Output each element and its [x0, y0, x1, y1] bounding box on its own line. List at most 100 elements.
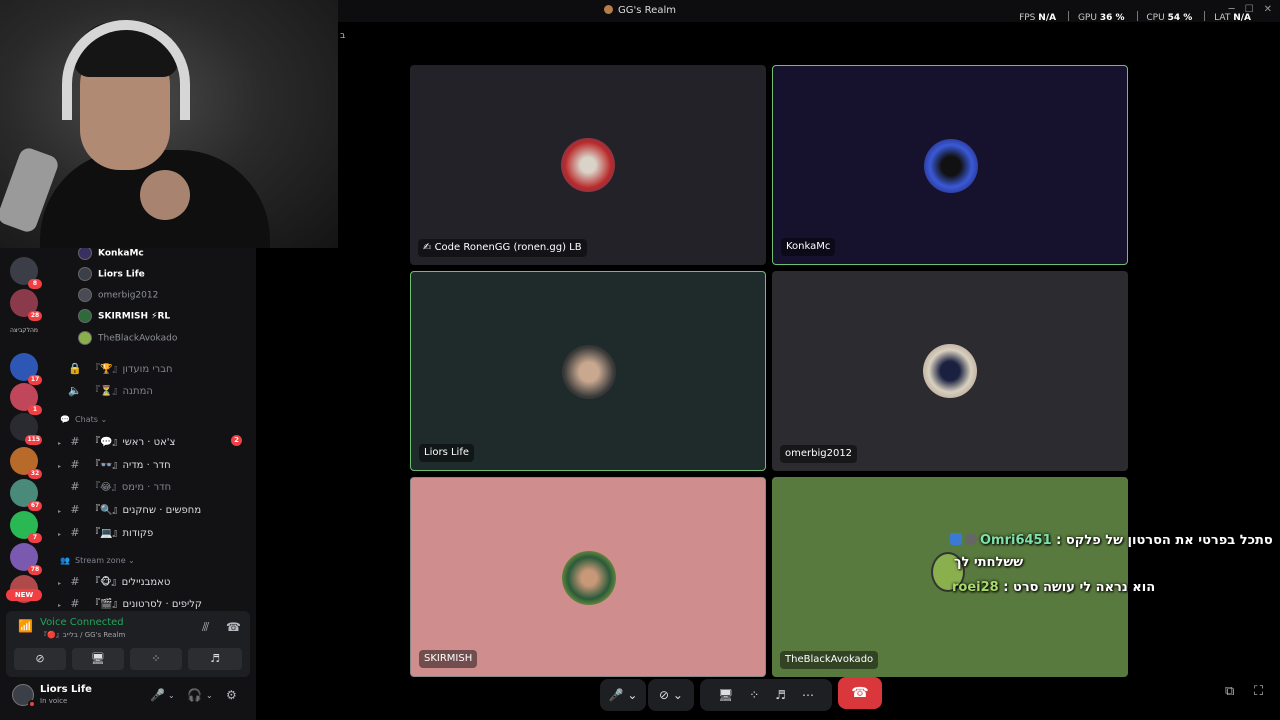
text-channel[interactable]: ▸ # 『💻』פקודות [58, 524, 248, 542]
webcam-overlay [0, 0, 338, 248]
signal-icon[interactable]: 📶 [18, 619, 33, 633]
participant-tile[interactable]: SKIRMISH [410, 477, 766, 677]
unread-badge: 78 [28, 565, 42, 575]
headphones-icon[interactable]: 🎧 [187, 688, 202, 702]
unread-badge: 28 [28, 311, 42, 321]
chevron-down-icon[interactable]: ⌄ [206, 691, 213, 700]
participant-name: KonkaMc [781, 238, 836, 256]
activities-button[interactable]: ⁘ [130, 648, 182, 670]
participant-tile[interactable]: omerbig2012 [772, 271, 1128, 471]
text-channel[interactable]: # 『😂』חדר · מימס [58, 478, 248, 496]
category-stream-zone[interactable]: 👥 Stream zone ⌄ [60, 556, 135, 565]
server-icon[interactable]: 78 [10, 543, 42, 575]
participant-tile[interactable]: Liors Life [410, 271, 766, 471]
locked-channel[interactable]: 🔈 『⏳』המתנה [58, 382, 248, 400]
close-icon[interactable]: ✕ [1264, 4, 1272, 15]
voice-connection-panel: 📶 Voice Connected 『🔴』בלייב / GG's Realm … [6, 611, 250, 677]
user-name: Liors Life [40, 684, 92, 695]
participant-tile[interactable]: KonkaMc [772, 65, 1128, 265]
camera-button[interactable]: ⊘ ⌄ [648, 679, 694, 711]
category-chats[interactable]: 💬 Chats ⌄ [60, 415, 107, 424]
server-icon[interactable]: 28 [10, 289, 42, 321]
participant-name: SKIRMISH [419, 650, 478, 668]
hash-icon: # [70, 597, 80, 610]
hash-icon: # [70, 435, 80, 448]
new-badge[interactable]: NEW [6, 589, 42, 601]
user-status: In voice [40, 697, 68, 705]
channel-label: 『🔍』מחפשים · שחקנים [90, 505, 202, 516]
category-label: Stream zone [75, 556, 126, 565]
voice-channel-path[interactable]: 『🔴』בלייב / GG's Realm [40, 630, 125, 640]
member-name: SKIRMISH ⚡RL [98, 311, 171, 322]
member-name: Liors Life [98, 269, 145, 280]
avatar [78, 288, 92, 302]
avatar[interactable] [12, 684, 36, 708]
more-icon[interactable]: ⋯ [802, 688, 814, 702]
channel-label: 『🎬』קליפים · לסרטונים [90, 599, 203, 610]
status-dot [28, 700, 36, 708]
voice-member[interactable]: KonkaMc [78, 246, 144, 264]
activities-icon[interactable]: ⁘ [749, 688, 759, 702]
server-icon[interactable]: 8 [10, 257, 42, 289]
stage-label: ב [340, 31, 346, 41]
soundboard-icon[interactable]: ♬ [775, 688, 786, 702]
voice-member[interactable]: TheBlackAvokado [78, 331, 177, 349]
soundboard-button[interactable]: ♬ [188, 648, 242, 670]
chevron-down-icon[interactable]: ⌄ [168, 691, 175, 700]
avatar [561, 138, 615, 192]
unread-badge: 7 [28, 533, 42, 543]
window-title-text: GG's Realm [618, 5, 676, 16]
channel-label: 『⏳』המתנה [90, 386, 153, 397]
locked-channel[interactable]: 🔒 『🏆』חברי מועדון [58, 360, 248, 378]
microphone-icon[interactable]: 🎤 [150, 688, 165, 702]
server-icon[interactable]: 115 [10, 413, 42, 445]
server-icon[interactable]: 67 [10, 479, 42, 511]
channel-list: KonkaMc Liors Life omerbig2012 SKIRMISH … [48, 245, 256, 610]
overlay-chat-line: Omri6451 : סתכל בפרטי את הסרטון של פלקס [950, 533, 1273, 548]
unread-badge: 32 [28, 469, 42, 479]
avatar [562, 345, 616, 399]
screen-share-icon[interactable]: 🖥 [718, 688, 733, 702]
avatar [562, 551, 616, 605]
chat-separator: : [998, 580, 1013, 595]
server-list: 8 28 מהלקביצה 17 1 115 32 67 7 78 [0, 245, 48, 605]
noise-suppression-icon[interactable]: ⫻ [202, 620, 209, 635]
voice-member[interactable]: Liors Life [78, 267, 145, 285]
text-channel[interactable]: ▸ # 『💬』צ'אט · ראשי 2 [58, 433, 248, 451]
server-icon[interactable]: 7 [10, 511, 42, 543]
participant-name: ✍ Code RonenGG (ronen.gg) LB [418, 239, 587, 257]
server-icon[interactable]: 32 [10, 447, 42, 479]
disconnect-icon[interactable]: ☎ [226, 620, 241, 634]
fullscreen-icon[interactable]: ⛶ [1254, 684, 1263, 699]
lock-icon: 🔒 [68, 362, 82, 375]
gear-icon[interactable]: ⚙ [226, 688, 237, 702]
voice-member[interactable]: SKIRMISH ⚡RL [78, 309, 170, 327]
call-actions-group: 🖥 ⁘ ♬ ⋯ [700, 679, 832, 711]
member-name: TheBlackAvokado [98, 333, 178, 344]
hash-icon: # [70, 503, 80, 516]
category-label: Chats [75, 415, 98, 424]
participant-name: TheBlackAvokado [780, 651, 879, 669]
voice-member[interactable]: omerbig2012 [78, 288, 158, 306]
avatar [78, 246, 92, 260]
text-channel[interactable]: ▸ # 『👓』חדר · מדיה [58, 456, 248, 474]
mute-button[interactable]: 🎤 ⌄ [600, 679, 646, 711]
camera-off-button[interactable]: ⊘ [14, 648, 66, 670]
user-panel: Liors Life In voice 🎤 ⌄ 🎧 ⌄ ⚙ [0, 680, 256, 720]
participant-name-text: Code RonenGG (ronen.gg) LB [434, 242, 582, 253]
chat-message: הוא נראה לי עושה סרט [1012, 580, 1156, 595]
end-call-button[interactable]: ☎ [838, 677, 882, 709]
screen-share-button[interactable]: 🖥 [72, 648, 124, 670]
hash-icon: # [70, 526, 80, 539]
unread-badge: 115 [25, 435, 42, 445]
popout-icon[interactable]: ⧉ [1225, 684, 1234, 699]
avatar [78, 309, 92, 323]
avatar [923, 344, 977, 398]
server-icon[interactable]: 1 [10, 383, 42, 415]
participant-tile[interactable]: ✍ Code RonenGG (ronen.gg) LB [410, 65, 766, 265]
headset [62, 20, 190, 120]
text-channel[interactable]: ▸ # 『🔍』מחפשים · שחקנים [58, 501, 248, 519]
text-channel[interactable]: ▸ # 『🐵』טאמבניילים [58, 573, 248, 591]
badge-icon [965, 533, 977, 545]
server-icon[interactable]: 17 [10, 353, 42, 385]
